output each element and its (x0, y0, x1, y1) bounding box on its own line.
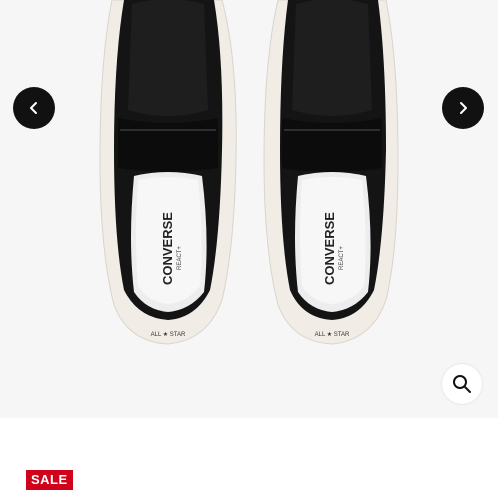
zoom-button[interactable] (442, 364, 482, 404)
right-insole-sublabel: REACT+ (339, 246, 345, 270)
left-insole-sublabel: REACT+ (177, 246, 183, 270)
previous-image-button[interactable] (13, 87, 55, 129)
right-outsole-label: ALL ★ STAR (315, 331, 350, 338)
right-insole-brand: CONVERSE (322, 212, 337, 285)
left-insole-brand: CONVERSE (160, 212, 175, 285)
left-outsole-label: ALL ★ STAR (151, 331, 186, 338)
sale-badge: SALE (26, 470, 73, 490)
right-shoe: ALL ★ STAR (263, 0, 399, 345)
next-image-button[interactable] (442, 87, 484, 129)
left-shoe: ALL ★ STAR (99, 0, 237, 345)
chevron-left-icon (30, 102, 37, 114)
search-icon (453, 375, 471, 393)
product-image-gallery: ALL ★ STAR CONVERSE REACT+ ALL ★ STAR CO… (0, 0, 498, 418)
product-image: ALL ★ STAR CONVERSE REACT+ ALL ★ STAR CO… (99, 0, 399, 345)
chevron-right-icon (460, 102, 467, 114)
